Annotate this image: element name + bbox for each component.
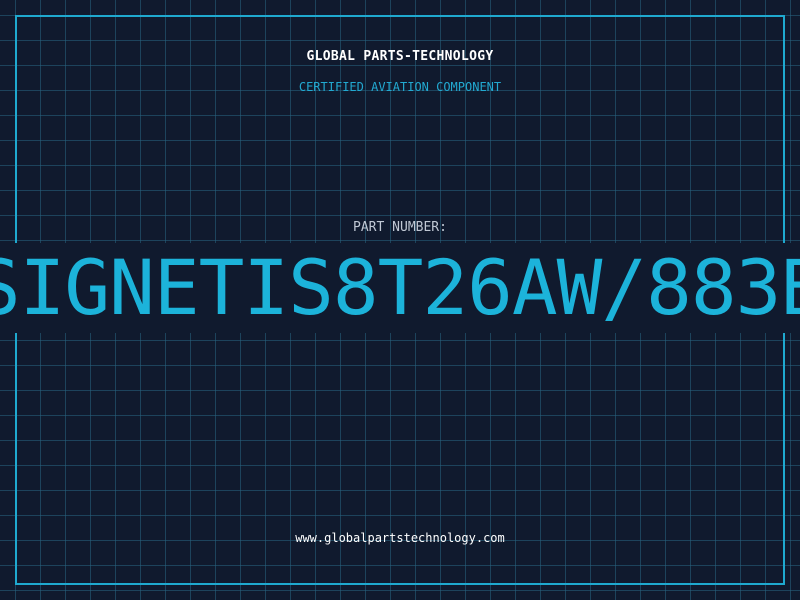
part-number-band: SIGNETIS8T26AW/883B bbox=[0, 243, 800, 333]
part-number-value: SIGNETIS8T26AW/883B bbox=[0, 243, 800, 332]
part-number-label: PART NUMBER: bbox=[353, 220, 447, 235]
website-url: www.globalpartstechnology.com bbox=[295, 531, 505, 545]
tagline: CERTIFIED AVIATION COMPONENT bbox=[298, 80, 502, 94]
brand-title: GLOBAL PARTS-TECHNOLOGY bbox=[306, 49, 494, 64]
